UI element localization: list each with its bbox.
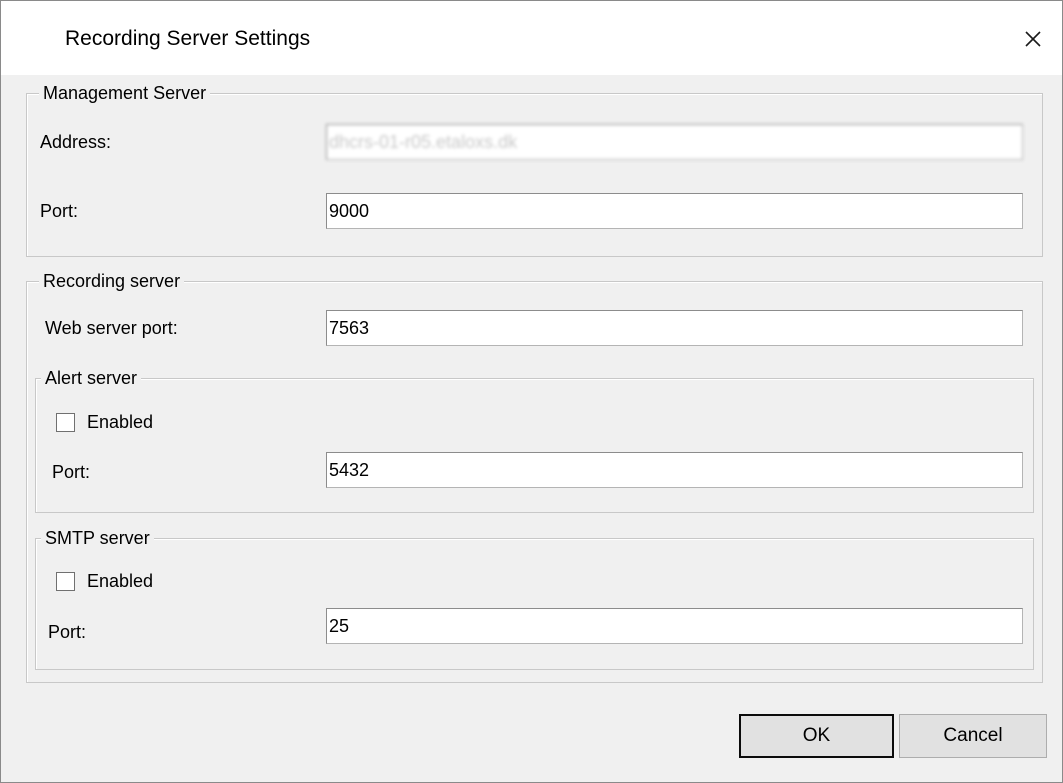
alert-enabled-checkbox[interactable] — [56, 413, 75, 432]
management-server-group: Management Server — [26, 81, 1043, 257]
window-title: Recording Server Settings — [65, 27, 311, 50]
web-server-port-field[interactable] — [326, 310, 1023, 346]
smtp-server-group: SMTP server — [35, 526, 1034, 670]
alert-port-field[interactable] — [326, 452, 1023, 488]
management-server-legend: Management Server — [39, 81, 211, 105]
port-label: Port: — [40, 201, 79, 221]
alert-enabled-label[interactable]: Enabled — [87, 410, 153, 434]
smtp-port-field[interactable] — [326, 608, 1023, 644]
alert-server-group: Alert server — [35, 366, 1034, 513]
address-label: Address: — [40, 132, 112, 152]
management-port-field[interactable] — [326, 193, 1023, 229]
web-server-port-label: Web server port: — [45, 318, 178, 338]
smtp-port-label: Port: — [48, 622, 87, 642]
close-button[interactable] — [1015, 21, 1051, 57]
smtp-enabled-checkbox[interactable] — [56, 572, 75, 591]
close-icon — [1025, 31, 1041, 47]
smtp-server-legend: SMTP server — [41, 526, 154, 550]
recording-server-settings-dialog: Recording Server Settings Management Ser… — [0, 0, 1063, 783]
address-field[interactable] — [326, 124, 1023, 160]
smtp-enabled-label[interactable]: Enabled — [87, 569, 153, 593]
alert-port-label: Port: — [52, 462, 91, 482]
alert-server-legend: Alert server — [41, 366, 142, 390]
recording-server-legend: Recording server — [39, 269, 185, 293]
title-bar: Recording Server Settings — [1, 1, 1062, 75]
ok-button[interactable]: OK — [739, 714, 894, 758]
cancel-button[interactable]: Cancel — [899, 714, 1047, 758]
